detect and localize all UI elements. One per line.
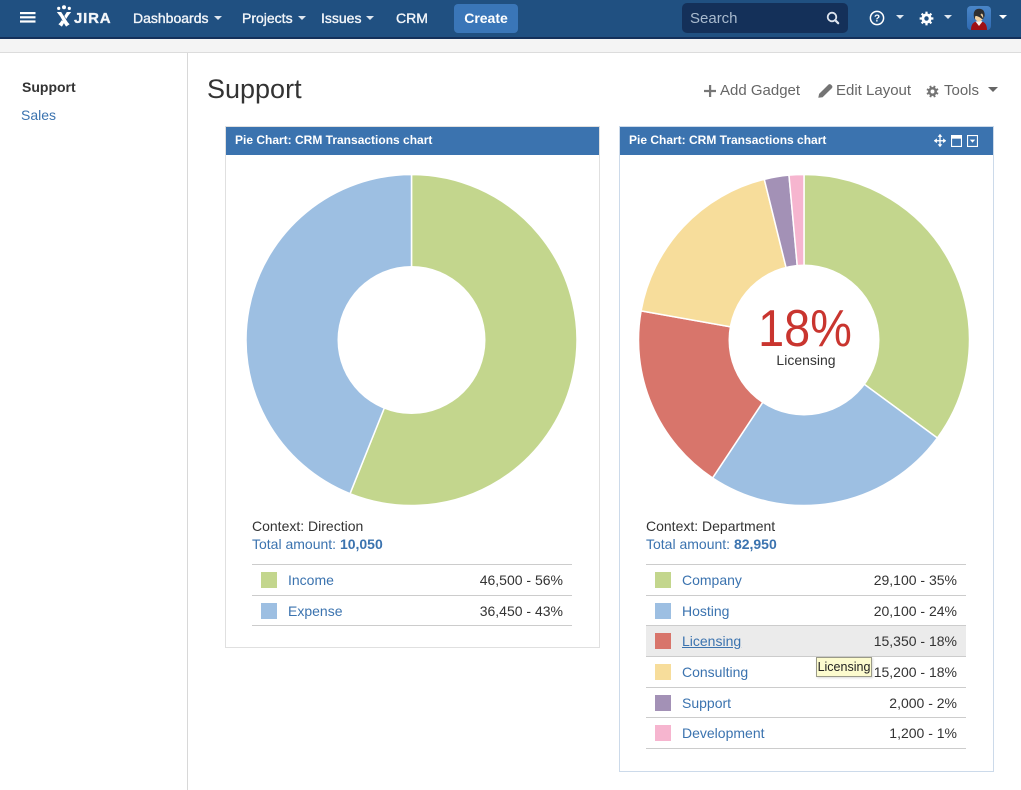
svg-text:?: ? <box>874 14 880 25</box>
